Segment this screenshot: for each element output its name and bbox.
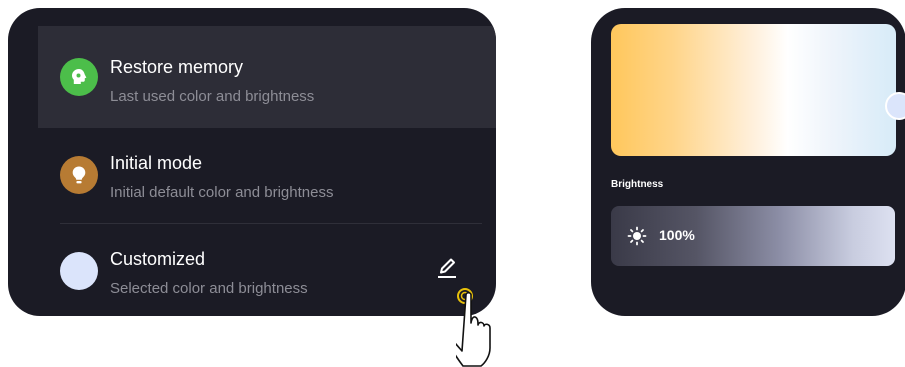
mode-subtitle: Last used color and brightness bbox=[110, 88, 315, 105]
mode-item-customized[interactable]: Customized Selected color and brightness bbox=[38, 224, 496, 316]
mode-list: Restore memory Last used color and brigh… bbox=[38, 26, 496, 316]
pencil-icon bbox=[438, 258, 456, 278]
brightness-value: 100% bbox=[659, 227, 695, 243]
mode-subtitle: Initial default color and brightness bbox=[110, 184, 334, 201]
brightness-slider[interactable]: 100% bbox=[611, 206, 895, 266]
mode-title: Restore memory bbox=[110, 57, 244, 77]
brightness-label: Brightness bbox=[611, 179, 664, 190]
stage: Restore memory Last used color and brigh… bbox=[0, 0, 905, 367]
mode-title: Initial mode bbox=[110, 153, 203, 173]
color-swatch-icon bbox=[60, 252, 98, 290]
mode-subtitle: Selected color and brightness bbox=[110, 280, 308, 297]
mode-title: Customized bbox=[110, 249, 206, 269]
color-brightness-panel: Brightness 100% bbox=[591, 8, 905, 316]
mode-item-restore-memory[interactable]: Restore memory Last used color and brigh… bbox=[38, 26, 496, 128]
hand-pointer-icon bbox=[456, 291, 491, 367]
power-on-mode-panel: Restore memory Last used color and brigh… bbox=[8, 8, 496, 316]
brain-icon bbox=[60, 58, 98, 96]
color-picker-handle[interactable] bbox=[885, 92, 905, 120]
mode-item-initial-mode[interactable]: Initial mode Initial default color and b… bbox=[38, 128, 496, 224]
lightbulb-icon bbox=[60, 156, 98, 194]
edit-customized-button[interactable] bbox=[433, 253, 461, 281]
sun-icon bbox=[627, 226, 647, 246]
color-temperature-picker[interactable] bbox=[611, 24, 905, 156]
